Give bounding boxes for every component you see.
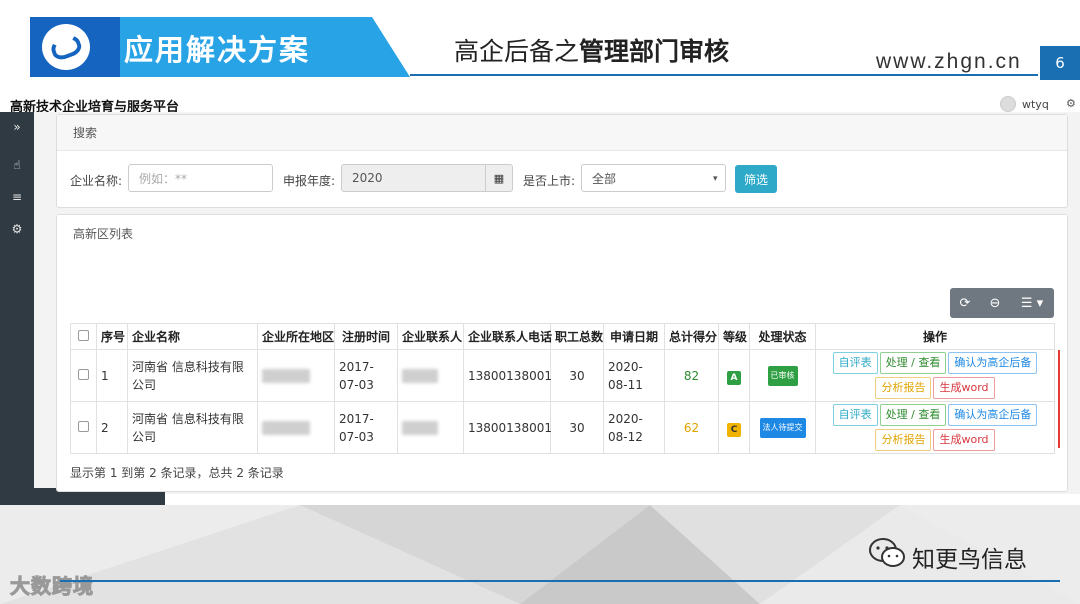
slide-title-bold: 管理部门审核 [579,37,730,66]
filter-button[interactable]: 筛选 [735,165,777,193]
wechat-account-name: 知更鸟信息 [912,547,1027,573]
actions-cell: 自评表 处理 / 查看 确认为高企后备 分析报告 生成word [815,401,1055,454]
generate-word-button[interactable]: 生成word [933,429,995,451]
contact-phone: 13800138001 [463,349,552,402]
company-name: 河南省 信息科技有限公司 [127,349,258,402]
scroll-indicator [1058,350,1060,448]
banner-title: 应用解决方案 [124,33,311,67]
grade-badge: C [727,422,741,437]
grade-cell: A [718,349,750,402]
row-index: 2 [96,401,128,454]
column-header: 企业所在地区 [257,323,335,350]
reg-date: 2017-07-03 [334,401,398,454]
apply-date: 2020-08-12 [603,401,665,454]
reg-date: 2017-07-03 [334,349,398,402]
company-name-input[interactable]: 例如：** [128,164,273,192]
report-year-label: 申报年度: [283,174,336,188]
table-header-row: 序号 企业名称 企业所在地区 注册时间 企业联系人 企业联系人电话 职工总数 申… [70,323,1055,350]
slide-title-plain: 高企后备之 [454,37,580,66]
wechat-icon [869,538,905,567]
list-panel-heading: 高新区列表 [57,215,1067,251]
header-divider [410,74,1038,76]
total-score: 62 [664,401,719,454]
self-eval-button[interactable]: 自评表 [832,404,878,426]
contact-redacted [397,349,464,402]
process-view-button[interactable]: 处理 / 查看 [879,404,947,426]
select-all-checkbox[interactable] [70,323,97,350]
company-logo [38,20,94,74]
staff-count: 30 [550,401,604,454]
username: wtyq [1022,97,1049,111]
staff-count: 30 [550,349,604,402]
listed-label: 是否上市: [523,174,576,188]
row-index: 1 [96,349,128,402]
chevron-down-icon: ▾ [713,174,718,184]
columns-icon[interactable]: ☰ ▾ [1010,288,1054,318]
refresh-icon[interactable]: ⟳ [950,288,980,318]
generate-word-button[interactable]: 生成word [933,377,995,399]
row-checkbox[interactable] [70,401,97,454]
pagination-info: 显示第 1 到第 2 条记录，总共 2 条记录 [70,466,284,480]
watermark-brand: 大数跨境 [10,574,94,599]
self-eval-button[interactable]: 自评表 [832,352,878,374]
column-header: 企业联系人 [397,323,464,350]
avatar [1000,96,1016,112]
calendar-icon[interactable]: ▦ [485,164,513,192]
status-cell: 已审核 [749,349,816,402]
hand-pointer-icon[interactable]: ☝ [0,158,34,172]
toggle-view-icon[interactable]: ⊖ [980,288,1010,318]
column-header: 企业联系人电话 [463,323,552,350]
company-name: 河南省 信息科技有限公司 [127,401,258,454]
column-header: 处理状态 [749,323,816,350]
column-header: 总计得分 [664,323,719,350]
region-redacted [257,349,335,402]
column-header: 等级 [718,323,750,350]
apply-date: 2020-08-11 [603,349,665,402]
expand-icon[interactable]: » [0,120,34,134]
status-badge: 已审核 [767,366,798,386]
analysis-report-button[interactable]: 分析报告 [875,377,932,399]
column-header: 操作 [815,323,1055,350]
analysis-report-button[interactable]: 分析报告 [875,429,932,451]
site-url: www.zhgn.cn [876,50,1022,73]
region-redacted [257,401,335,454]
row-checkbox[interactable] [70,349,97,402]
company-table: 序号 企业名称 企业所在地区 注册时间 企业联系人 企业联系人电话 职工总数 申… [70,323,1055,454]
table-row: 1 河南省 信息科技有限公司 2017-07-03 13800138001 30… [70,349,1055,402]
company-name-label: 企业名称: [70,174,123,188]
table-row: 2 河南省 信息科技有限公司 2017-07-03 13800138001 30… [70,401,1055,454]
column-header: 职工总数 [550,323,604,350]
table-toolbar: ⟳ ⊖ ☰ ▾ [950,288,1054,318]
sidebar: » ☝ ≡ ⚙ [0,112,34,492]
settings-cogs-icon[interactable]: ⚙ [1066,97,1076,110]
listed-select[interactable]: 全部 [581,164,726,192]
search-panel: 搜索 [56,114,1068,208]
grade-badge: A [727,370,741,385]
column-header: 申请日期 [603,323,665,350]
slide-header: 应用解决方案 高企后备之管理部门审核 www.zhgn.cn 6 [0,0,1080,96]
page-number: 6 [1040,46,1080,80]
user-menu[interactable]: wtyq [1000,96,1049,112]
bottom-divider [60,580,1060,582]
column-header: 注册时间 [334,323,398,350]
process-view-button[interactable]: 处理 / 查看 [879,352,947,374]
total-score: 82 [664,349,719,402]
column-header: 企业名称 [127,323,258,350]
slide-title: 高企后备之管理部门审核 [454,32,729,68]
menu-icon[interactable]: ≡ [0,190,34,204]
contact-phone: 13800138001 [463,401,552,454]
contact-redacted [397,401,464,454]
actions-cell: 自评表 处理 / 查看 确认为高企后备 分析报告 生成word [815,349,1055,402]
report-year-input[interactable]: 2020 [341,164,486,192]
confirm-backup-button[interactable]: 确认为高企后备 [948,404,1038,426]
grade-cell: C [718,401,750,454]
column-header: 序号 [96,323,128,350]
status-badge: 法人待提交 [759,418,806,438]
confirm-backup-button[interactable]: 确认为高企后备 [948,352,1038,374]
search-panel-heading: 搜索 [57,115,1067,151]
status-cell: 法人待提交 [749,401,816,454]
cogs-icon[interactable]: ⚙ [0,222,34,236]
